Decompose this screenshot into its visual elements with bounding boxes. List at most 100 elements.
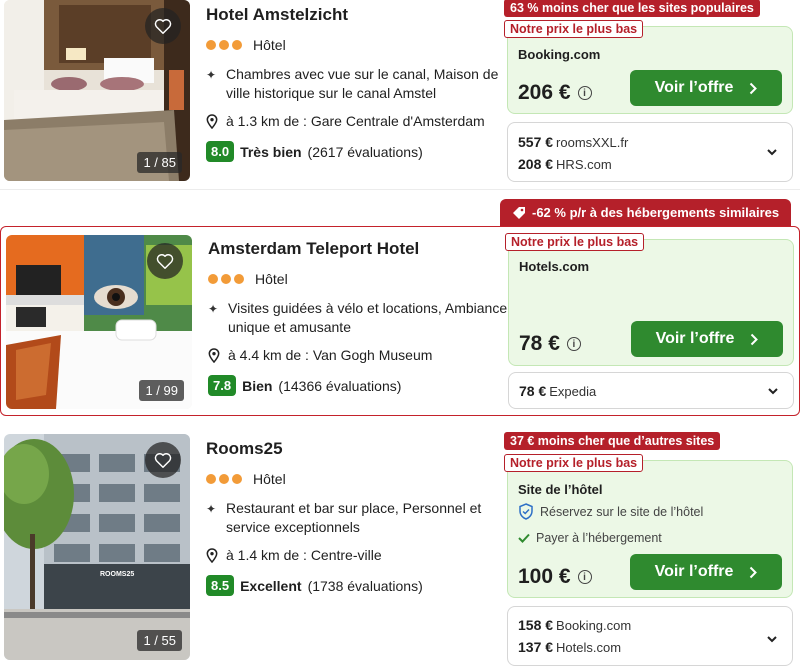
- heart-outline-icon: [154, 19, 172, 34]
- info-icon[interactable]: i: [566, 337, 581, 351]
- rating-word: Très bien: [240, 143, 302, 160]
- other-offer-price: 78 €: [519, 383, 547, 399]
- offer-price: 206 €: [518, 81, 571, 104]
- hotel-photo[interactable]: 1 / 99: [6, 235, 192, 409]
- best-offer-box[interactable]: Hotels.com 78 € i Voir l’offre: [508, 239, 794, 366]
- offer-provider: Booking.com: [518, 47, 601, 62]
- review-rating[interactable]: 7.8 Bien (14366 évaluations): [208, 375, 508, 396]
- other-offer-row: 208 € HRS.com: [518, 156, 612, 172]
- perk-verified: Réservez sur le site de l’hôtel: [518, 503, 703, 520]
- deal-badge-text: -62 % p/r à des hébergements similaires: [532, 205, 780, 220]
- review-rating[interactable]: 8.0 Très bien (2617 évaluations): [206, 141, 506, 162]
- review-score: 7.8: [208, 375, 237, 396]
- perk-text: Payer à l’hébergement: [536, 531, 662, 545]
- feature-text: Restaurant et bar sur place, Personnel e…: [226, 500, 482, 535]
- star-dot-icon: [208, 274, 218, 284]
- feature-highlight: ✦ Visites guidées à vélo et locations, A…: [208, 299, 508, 337]
- other-offer-price: 208 €: [518, 156, 554, 172]
- chevron-down-icon: [767, 149, 777, 156]
- star-dot-icon: [232, 40, 242, 50]
- deal-badge: 63 % moins cher que les sites populaires: [504, 0, 760, 17]
- shield-check-icon: [519, 503, 533, 520]
- best-offer-box[interactable]: Booking.com 206 € i Voir l’offre: [507, 26, 793, 114]
- review-rating[interactable]: 8.5 Excellent (1738 évaluations): [206, 575, 506, 596]
- review-count: (1738 évaluations): [307, 577, 423, 594]
- hotel-photo[interactable]: 1 / 85: [4, 0, 190, 181]
- review-count: (14366 évaluations): [278, 377, 402, 394]
- star-rating: Hôtel: [208, 271, 508, 287]
- other-offers-dropdown[interactable]: 78 € Expedia: [508, 372, 794, 409]
- offer-price: 78 €: [519, 332, 560, 355]
- hotel-photo[interactable]: ROOMS25 1 / 55: [4, 434, 190, 660]
- deal-badge: -62 % p/r à des hébergements similaires: [500, 199, 792, 226]
- sparkle-icon: ✦: [208, 302, 219, 316]
- view-offer-button[interactable]: Voir l’offre: [630, 554, 782, 590]
- chevron-right-icon: [750, 82, 758, 94]
- view-offer-label: Voir l’offre: [654, 563, 734, 580]
- star-dot-icon: [219, 40, 229, 50]
- price-tag-icon: [513, 206, 525, 219]
- star-rating: Hôtel: [206, 37, 506, 53]
- view-offer-button[interactable]: Voir l’offre: [631, 321, 783, 357]
- star-rating: Hôtel: [206, 471, 506, 487]
- sparkle-icon: ✦: [206, 502, 217, 516]
- best-offer-box[interactable]: Site de l’hôtel Réservez sur le site de …: [507, 460, 793, 598]
- deal-badge: 37 € moins cher que d’autres sites: [504, 432, 721, 450]
- other-offers-dropdown[interactable]: 557 € roomsXXL.fr 208 € HRS.com: [507, 122, 793, 182]
- info-icon[interactable]: i: [577, 570, 592, 584]
- feature-highlight: ✦ Restaurant et bar sur place, Personnel…: [206, 499, 506, 537]
- review-score: 8.5: [206, 575, 235, 596]
- favorite-button[interactable]: [145, 8, 181, 44]
- map-pin-icon: [206, 547, 218, 563]
- other-offers-dropdown[interactable]: 158 € Booking.com 137 € Hotels.com: [507, 606, 793, 666]
- best-price-badge: Notre prix le plus bas: [504, 20, 644, 38]
- other-offer-row: 78 € Expedia: [519, 383, 596, 399]
- other-offer-site: Hotels.com: [556, 640, 622, 655]
- accommodation-type: Hôtel: [255, 271, 288, 287]
- other-offer-site: HRS.com: [556, 157, 612, 172]
- favorite-button[interactable]: [147, 243, 183, 279]
- map-pin-icon: [206, 113, 218, 129]
- svg-text:ROOMS25: ROOMS25: [100, 571, 134, 578]
- heart-outline-icon: [154, 453, 172, 468]
- photo-counter: 1 / 99: [139, 380, 184, 401]
- favorite-button[interactable]: [145, 442, 181, 478]
- feature-highlight: ✦ Chambres avec vue sur le canal, Maison…: [206, 65, 506, 103]
- other-offer-price: 158 €: [518, 617, 554, 633]
- hotel-card[interactable]: 1 / 99 Amsterdam Teleport Hotel Hôtel ✦ …: [0, 226, 800, 416]
- distance-text: à 1.4 km de : Centre-ville: [226, 547, 382, 563]
- other-offer-price: 557 €: [518, 134, 554, 150]
- hotel-name[interactable]: Amsterdam Teleport Hotel: [208, 239, 508, 259]
- other-offer-site: Expedia: [549, 384, 597, 399]
- distance-info: à 1.3 km de : Gare Centrale d'Amsterdam: [206, 113, 506, 129]
- chevron-right-icon: [750, 566, 758, 578]
- other-offer-price: 137 €: [518, 639, 554, 655]
- feature-text: Chambres avec vue sur le canal, Maison d…: [226, 66, 499, 101]
- star-dot-icon: [221, 274, 231, 284]
- hotel-name[interactable]: Hotel Amstelzicht: [206, 5, 506, 25]
- view-offer-label: Voir l’offre: [654, 79, 734, 96]
- sparkle-icon: ✦: [206, 68, 217, 82]
- heart-outline-icon: [156, 254, 174, 269]
- chevron-down-icon: [767, 636, 777, 643]
- best-price-badge: Notre prix le plus bas: [505, 233, 645, 251]
- hotel-card[interactable]: ROOMS25 1 / 55 Rooms25 Hôtel ✦ Restauran…: [0, 428, 800, 666]
- view-offer-button[interactable]: Voir l’offre: [630, 70, 782, 106]
- star-dot-icon: [234, 274, 244, 284]
- check-icon: [518, 533, 530, 543]
- hotel-card[interactable]: 1 / 85 Hotel Amstelzicht Hôtel ✦ Chambre…: [0, 0, 800, 190]
- map-pin-icon: [208, 347, 220, 363]
- chevron-down-icon: [768, 387, 778, 394]
- other-offer-site: roomsXXL.fr: [556, 135, 629, 150]
- info-icon[interactable]: i: [577, 86, 592, 100]
- distance-text: à 4.4 km de : Van Gogh Museum: [228, 347, 433, 363]
- other-offer-row: 557 € roomsXXL.fr: [518, 134, 628, 150]
- photo-counter: 1 / 85: [137, 152, 182, 173]
- review-score: 8.0: [206, 141, 235, 162]
- other-offer-site: Booking.com: [556, 618, 632, 633]
- distance-info: à 1.4 km de : Centre-ville: [206, 547, 506, 563]
- hotel-name[interactable]: Rooms25: [206, 439, 506, 459]
- accommodation-type: Hôtel: [253, 471, 286, 487]
- rating-word: Bien: [242, 377, 273, 394]
- star-dot-icon: [232, 474, 242, 484]
